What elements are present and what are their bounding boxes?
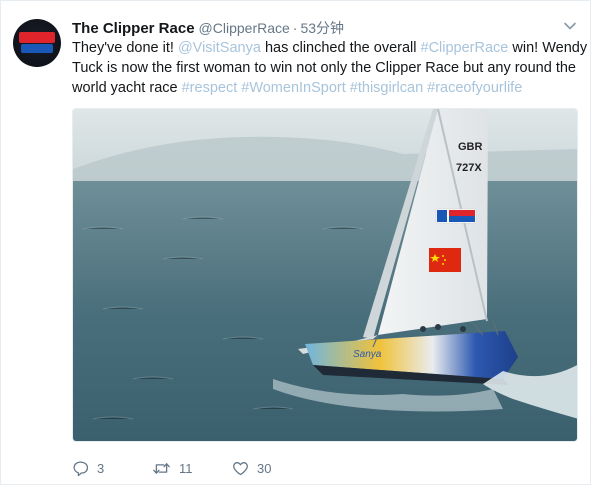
retweet-icon [153, 462, 170, 474]
tweet-header: The Clipper Race @ClipperRace · 53分钟 [72, 18, 344, 38]
reply-button[interactable]: 3 [72, 460, 152, 477]
sail-number: 727X [456, 162, 482, 174]
text-segment: win! Wendy [508, 40, 588, 56]
text-segment: has clinched the overall [260, 40, 421, 56]
tweet-text-line-2: Tuck is now the first woman to win not o… [72, 58, 577, 78]
hashtag-link[interactable]: #ClipperRace [421, 40, 509, 56]
reply-icon [73, 460, 89, 476]
text-segment: world yacht race [72, 80, 182, 96]
timestamp[interactable]: 53分钟 [300, 18, 344, 38]
chevron-down-icon[interactable] [563, 19, 577, 33]
avatar-logo-top [19, 32, 55, 43]
like-count: 30 [257, 460, 272, 476]
tweet-card[interactable]: The Clipper Race @ClipperRace · 53分钟 The… [0, 0, 591, 485]
tweet-photo[interactable]: GBR 727X Sanya [72, 108, 578, 442]
separator-dot: · [292, 20, 298, 36]
tweet-actions: 3 11 30 [72, 457, 312, 479]
mention-link[interactable]: @VisitSanya [178, 40, 261, 56]
tweet-text-line-1: They've done it! @VisitSanya has clinche… [72, 38, 587, 58]
display-name[interactable]: The Clipper Race [72, 20, 195, 37]
text-segment: Tuck is now the first woman to win not o… [72, 60, 576, 76]
avatar-logo-bottom [21, 44, 53, 53]
text-segment: They've done it! [72, 40, 178, 56]
tweet-text: They've done it! @VisitSanya has clinche… [72, 38, 587, 98]
sailing-yacht-photo: GBR 727X Sanya [73, 109, 577, 441]
hashtag-links[interactable]: #respect #WomenInSport #thisgirlcan #rac… [182, 80, 523, 96]
tweet-text-line-3: world yacht race #respect #WomenInSport … [72, 78, 577, 98]
like-button[interactable]: 30 [232, 460, 312, 477]
heart-icon [233, 461, 248, 475]
user-handle[interactable]: @ClipperRace [199, 20, 290, 36]
avatar[interactable] [13, 19, 61, 67]
reply-count: 3 [97, 460, 105, 476]
hull-text: Sanya [353, 349, 382, 360]
retweet-count: 11 [179, 460, 193, 476]
retweet-button[interactable]: 11 [152, 460, 232, 477]
sail-country: GBR [458, 141, 483, 153]
